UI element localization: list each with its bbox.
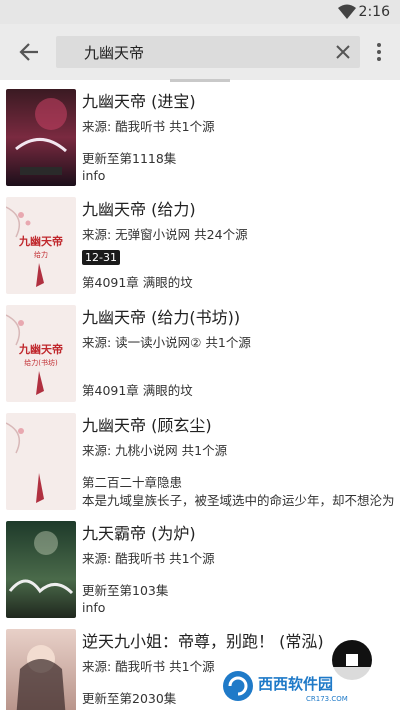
- list-item[interactable]: 九幽天帝 (顾玄尘) 来源: 九桃小说网 共1个源 第二百二十章隐患 本是九域皇…: [0, 410, 400, 518]
- book-title: 九天霸帝 (为炉): [82, 524, 196, 543]
- update-date-badge: 12-31: [82, 250, 120, 265]
- book-cover: [6, 413, 76, 510]
- book-title: 九幽天帝 (顾玄尘): [82, 416, 212, 435]
- book-info: info: [82, 168, 106, 183]
- book-latest-chapter: 更新至第2030集: [82, 691, 177, 706]
- book-title: 九幽天帝 (给力): [82, 200, 196, 219]
- list-item[interactable]: 九幽天帝 (进宝) 来源: 酷我听书 共1个源 更新至第1118集 info: [0, 86, 400, 194]
- search-input[interactable]: [84, 36, 324, 68]
- book-cover: [6, 521, 76, 618]
- book-latest-chapter: 第4091章 满眼的坟: [82, 275, 193, 290]
- book-latest-chapter: 第4091章 满眼的坟: [82, 383, 193, 398]
- cover-text: 九幽天帝: [18, 234, 63, 248]
- book-cover: [6, 629, 76, 710]
- back-arrow-icon[interactable]: [18, 41, 40, 63]
- book-source: 来源: 酷我听书 共1个源: [82, 119, 215, 134]
- status-bar: 2:16: [0, 0, 400, 24]
- book-title: 九幽天帝 (进宝): [82, 92, 196, 111]
- cover-subtitle: 给力: [34, 250, 48, 259]
- book-info: info: [82, 600, 106, 615]
- book-source: 来源: 读一读小说网② 共1个源: [82, 335, 251, 350]
- book-source: 来源: 九桃小说网 共1个源: [82, 443, 228, 458]
- cover-text: 九幽天帝: [18, 342, 63, 356]
- book-cover: 九幽天帝 给力: [6, 197, 76, 294]
- scroll-indicator: [170, 79, 230, 82]
- book-source: 来源: 酷我听书 共1个源: [82, 659, 215, 674]
- book-latest-chapter: 更新至第1118集: [82, 151, 177, 166]
- search-results-list[interactable]: 九幽天帝 (进宝) 来源: 酷我听书 共1个源 更新至第1118集 info 九…: [0, 86, 400, 710]
- list-item[interactable]: 九天霸帝 (为炉) 来源: 酷我听书 共1个源 更新至第103集 info: [0, 518, 400, 626]
- close-icon[interactable]: [336, 45, 350, 59]
- search-box: [56, 36, 360, 68]
- list-item[interactable]: 九幽天帝 给力 九幽天帝 (给力) 来源: 无弹窗小说网 共24个源 12-31…: [0, 194, 400, 302]
- book-latest-chapter: 更新至第103集: [82, 583, 169, 598]
- book-source: 来源: 无弹窗小说网 共24个源: [82, 227, 248, 242]
- book-source: 来源: 酷我听书 共1个源: [82, 551, 215, 566]
- book-latest-chapter: 第二百二十章隐患: [82, 475, 183, 490]
- status-time: 2:16: [358, 4, 390, 20]
- book-cover: [6, 89, 76, 186]
- watermark-logo: 西西软件园 CR173.COM: [218, 667, 378, 705]
- more-vertical-icon[interactable]: [376, 42, 382, 62]
- book-title: 九幽天帝 (给力(书坊)): [82, 308, 241, 327]
- book-cover: 九幽天帝 给力(书坊): [6, 305, 76, 402]
- search-toolbar: [0, 24, 400, 80]
- book-description: 本是九域皇族长子，被圣域选中的命运少年，却不想沦为: [82, 493, 395, 508]
- svg-text:西西软件园: 西西软件园: [258, 675, 333, 693]
- book-title: 逆天九小姐：帝尊，别跑！ (常泓): [82, 632, 324, 651]
- svg-text:CR173.COM: CR173.COM: [306, 695, 348, 703]
- list-item[interactable]: 九幽天帝 给力(书坊) 九幽天帝 (给力(书坊)) 来源: 读一读小说网② 共1…: [0, 302, 400, 410]
- wifi-icon: [338, 4, 356, 19]
- cover-subtitle: 给力(书坊): [24, 358, 58, 367]
